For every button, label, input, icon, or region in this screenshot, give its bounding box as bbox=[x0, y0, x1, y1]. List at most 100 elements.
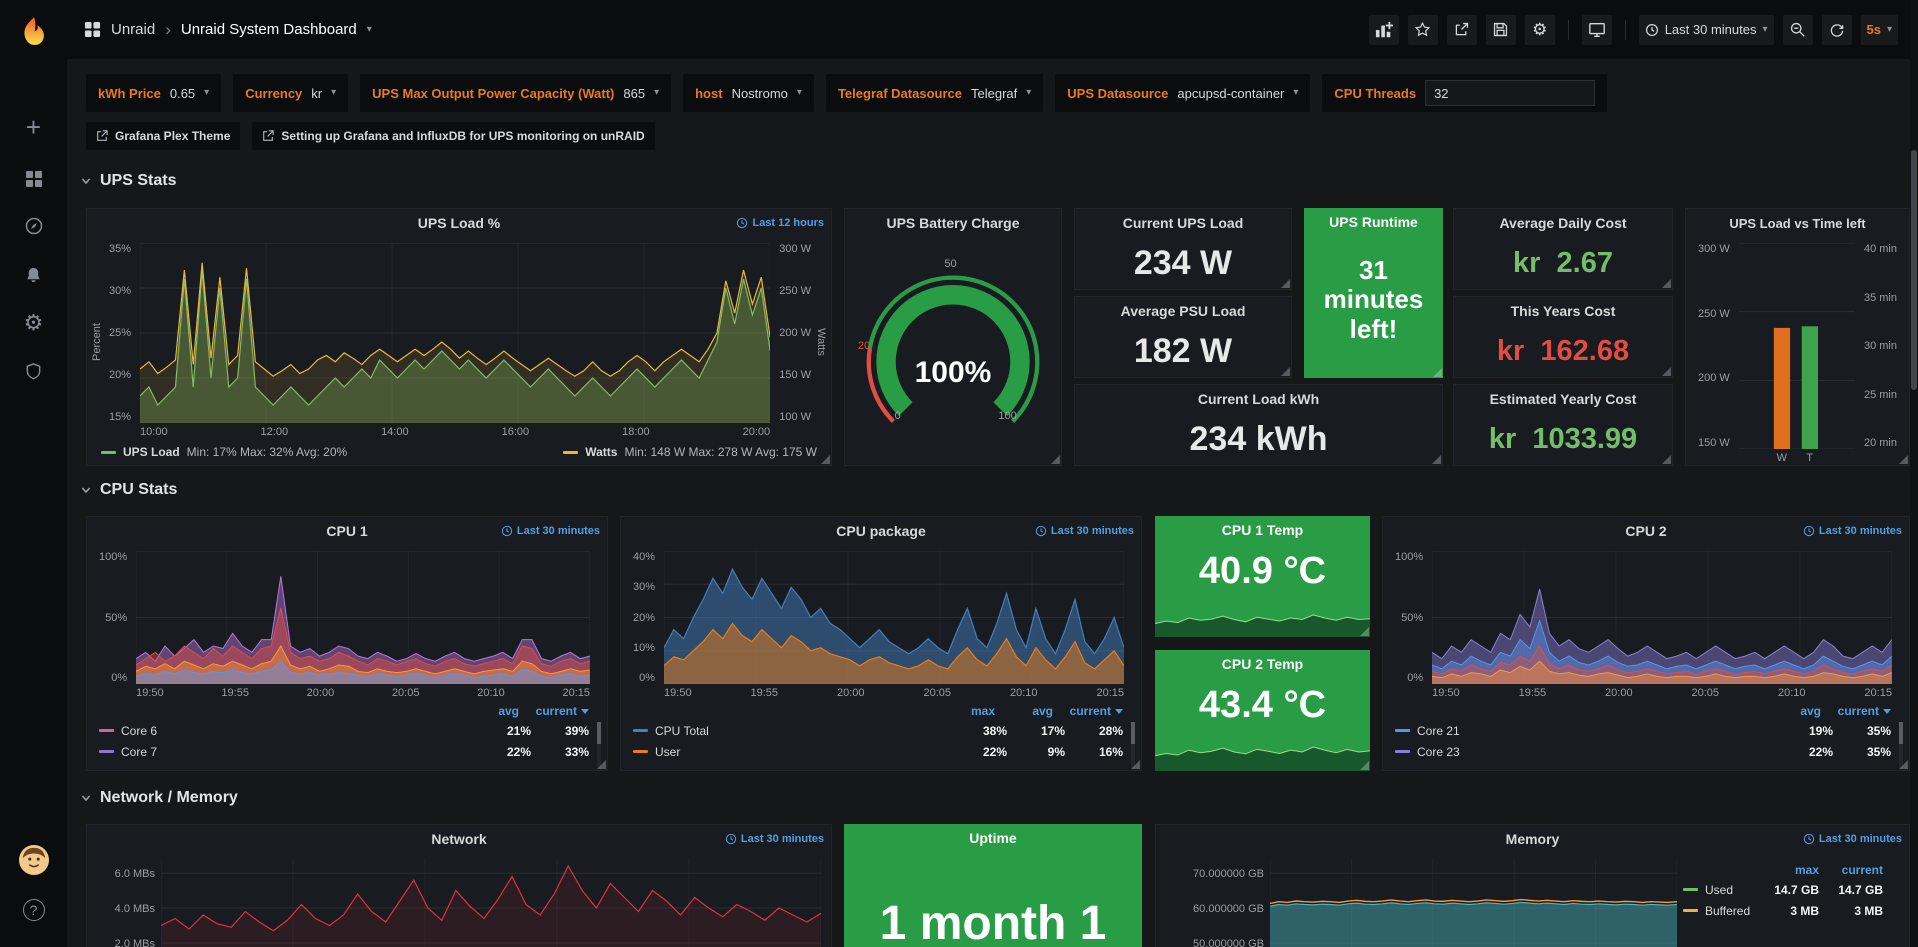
resize-handle[interactable] bbox=[1899, 760, 1908, 769]
tv-mode-button[interactable] bbox=[1582, 15, 1612, 45]
section-header-network-memory[interactable]: Network / Memory bbox=[80, 789, 238, 807]
panel-header[interactable]: Current Load kWh bbox=[1075, 385, 1442, 413]
legend-header-avg[interactable]: avg bbox=[461, 704, 519, 718]
variable-ups-datasource[interactable]: UPS Datasource apcupsd-container ▾ bbox=[1055, 74, 1310, 112]
resize-handle[interactable] bbox=[821, 455, 830, 464]
cpu-package-plot-area[interactable] bbox=[664, 551, 1124, 684]
share-button[interactable] bbox=[1447, 15, 1477, 45]
cpu1-plot-area[interactable] bbox=[136, 551, 590, 684]
dashboard-settings-button[interactable]: ⚙ bbox=[1525, 15, 1555, 45]
help-icon[interactable]: ? bbox=[0, 890, 67, 930]
variable-value[interactable]: 865 bbox=[623, 86, 645, 101]
resize-handle[interactable] bbox=[597, 760, 606, 769]
cpu-threads-input[interactable] bbox=[1425, 80, 1595, 106]
panel-header[interactable]: CPU 2 Temp bbox=[1155, 650, 1370, 678]
variable-ups-max-output[interactable]: UPS Max Output Power Capacity (Watt) 865… bbox=[360, 74, 671, 112]
memory-plot-area[interactable] bbox=[1270, 859, 1677, 947]
legend-header-current[interactable]: current bbox=[519, 704, 577, 718]
variable-telegraf-datasource[interactable]: Telegraf Datasource Telegraf ▾ bbox=[826, 74, 1043, 112]
panel-header[interactable]: Average PSU Load bbox=[1075, 297, 1291, 325]
legend-header-max[interactable]: max bbox=[1755, 863, 1819, 877]
panel-header[interactable]: UPS Load % Last 12 hours bbox=[87, 209, 831, 237]
resize-handle[interactable] bbox=[1131, 760, 1140, 769]
legend-header-avg[interactable]: avg bbox=[1763, 704, 1821, 718]
scrollbar-thumb[interactable] bbox=[1911, 150, 1917, 390]
resize-handle[interactable] bbox=[1899, 455, 1908, 464]
panel-header[interactable]: UPS Runtime bbox=[1304, 208, 1443, 236]
grafana-logo-icon[interactable] bbox=[0, 10, 67, 54]
resize-handle[interactable] bbox=[1360, 627, 1369, 636]
resize-handle[interactable] bbox=[1432, 455, 1441, 464]
panel-header[interactable]: This Years Cost bbox=[1454, 297, 1672, 325]
legend-item-ups-load[interactable]: UPS Load Min: 17% Max: 32% Avg: 20% bbox=[101, 445, 347, 459]
legend-item-watts[interactable]: Watts Min: 148 W Max: 278 W Avg: 175 W bbox=[563, 445, 817, 459]
panel-header[interactable]: CPU 1 Temp bbox=[1155, 516, 1370, 544]
variable-value[interactable]: Telegraf bbox=[971, 86, 1017, 101]
panel-header[interactable]: Current UPS Load bbox=[1075, 209, 1291, 237]
admin-shield-icon[interactable] bbox=[0, 351, 67, 391]
resize-handle[interactable] bbox=[1360, 761, 1369, 770]
legend-row-used[interactable]: Used 14.7 GB14.7 GB bbox=[1683, 879, 1883, 900]
resize-handle[interactable] bbox=[1662, 455, 1671, 464]
explore-compass-icon[interactable] bbox=[0, 206, 67, 246]
variable-kwh-price[interactable]: kWh Price 0.65 ▾ bbox=[86, 74, 221, 112]
time-range-picker[interactable]: Last 30 minutes ▾ bbox=[1639, 15, 1774, 45]
create-plus-icon[interactable]: + bbox=[0, 107, 67, 147]
legend-row-core23[interactable]: Core 23 22%35% bbox=[1395, 741, 1891, 762]
caret-down-icon[interactable]: ▾ bbox=[367, 25, 372, 35]
resize-handle[interactable] bbox=[1281, 279, 1290, 288]
dashboard-title[interactable]: Unraid System Dashboard bbox=[181, 21, 357, 38]
configuration-gear-icon[interactable]: ⚙ bbox=[0, 303, 67, 343]
save-button[interactable] bbox=[1486, 15, 1516, 45]
panel-header[interactable]: CPU package Last 30 minutes bbox=[621, 517, 1141, 545]
resize-handle[interactable] bbox=[1662, 279, 1671, 288]
apps-grid-icon[interactable] bbox=[84, 21, 101, 38]
page-scrollbar[interactable] bbox=[1910, 0, 1918, 947]
legend-header-max[interactable]: max bbox=[937, 704, 995, 718]
user-avatar[interactable] bbox=[0, 840, 67, 880]
resize-handle[interactable] bbox=[1051, 455, 1060, 464]
network-plot-area[interactable] bbox=[161, 859, 821, 947]
legend-header-avg[interactable]: avg bbox=[995, 704, 1053, 718]
resize-handle[interactable] bbox=[1433, 368, 1442, 377]
variable-value[interactable]: Nostromo bbox=[732, 86, 788, 101]
ups-bars-plot-area[interactable] bbox=[1739, 243, 1855, 449]
panel-header[interactable]: Memory Last 30 minutes bbox=[1156, 825, 1909, 853]
panel-header[interactable]: CPU 2 Last 30 minutes bbox=[1383, 517, 1909, 545]
dashboard-link-plex-theme[interactable]: Grafana Plex Theme bbox=[86, 122, 240, 150]
breadcrumb-folder[interactable]: Unraid bbox=[111, 21, 155, 38]
legend-header-current[interactable]: current bbox=[1821, 704, 1879, 718]
panel-header[interactable]: Average Daily Cost bbox=[1454, 209, 1672, 237]
legend-row-cpu-total[interactable]: CPU Total 38%17%28% bbox=[633, 720, 1123, 741]
panel-header[interactable]: Uptime bbox=[844, 824, 1142, 852]
legend-header-current[interactable]: current bbox=[1819, 863, 1883, 877]
panel-header[interactable]: Estimated Yearly Cost bbox=[1454, 385, 1672, 413]
star-button[interactable] bbox=[1408, 15, 1438, 45]
legend-row-core6[interactable]: Core 6 21%39% bbox=[99, 720, 589, 741]
refresh-button[interactable] bbox=[1822, 15, 1852, 45]
legend-row-core7[interactable]: Core 7 22%33% bbox=[99, 741, 589, 762]
dashboard-link-ups-guide[interactable]: Setting up Grafana and InfluxDB for UPS … bbox=[252, 122, 654, 150]
resize-handle[interactable] bbox=[1662, 367, 1671, 376]
variable-host[interactable]: host Nostromo ▾ bbox=[683, 74, 814, 112]
panel-header[interactable]: CPU 1 Last 30 minutes bbox=[87, 517, 607, 545]
legend-header-current[interactable]: current bbox=[1053, 704, 1111, 718]
legend-row-core21[interactable]: Core 21 19%35% bbox=[1395, 720, 1891, 741]
cpu2-plot-area[interactable] bbox=[1432, 551, 1892, 684]
alerting-bell-icon[interactable] bbox=[0, 255, 67, 295]
resize-handle[interactable] bbox=[1281, 367, 1290, 376]
zoom-out-button[interactable] bbox=[1783, 15, 1813, 45]
add-panel-button[interactable] bbox=[1369, 15, 1399, 45]
variable-currency[interactable]: Currency kr ▾ bbox=[233, 74, 348, 112]
variable-value[interactable]: 0.65 bbox=[170, 86, 195, 101]
ups-load-plot-area[interactable] bbox=[140, 243, 770, 423]
legend-row-user[interactable]: User 22%9%16% bbox=[633, 741, 1123, 762]
legend-row-buffered[interactable]: Buffered 3 MB3 MB bbox=[1683, 900, 1883, 921]
panel-header[interactable]: UPS Battery Charge bbox=[845, 209, 1061, 237]
panel-header[interactable]: UPS Load vs Time left bbox=[1686, 209, 1909, 237]
variable-value[interactable]: apcupsd-container bbox=[1177, 86, 1284, 101]
panel-header[interactable]: Network Last 30 minutes bbox=[87, 825, 831, 853]
variable-value[interactable]: kr bbox=[311, 86, 322, 101]
dashboards-icon[interactable] bbox=[0, 159, 67, 199]
section-header-cpu-stats[interactable]: CPU Stats bbox=[80, 481, 177, 499]
